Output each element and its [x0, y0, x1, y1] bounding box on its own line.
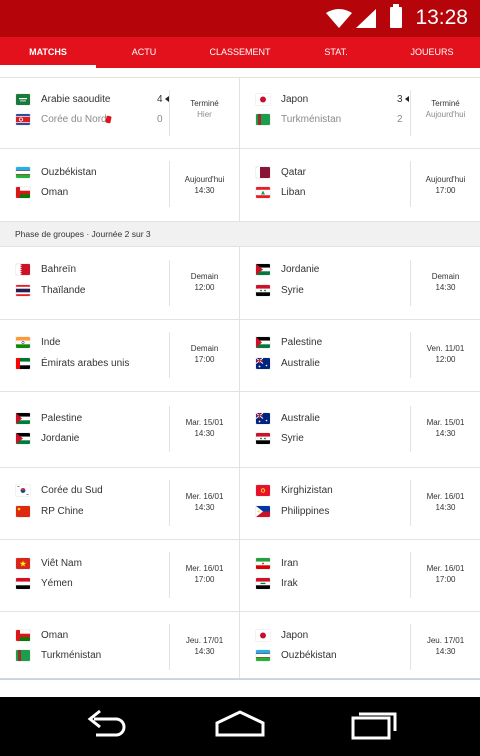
- signal-icon: [356, 9, 376, 28]
- home-score: 4: [157, 94, 163, 105]
- back-icon[interactable]: [82, 709, 130, 743]
- north-korea-flag-icon: [16, 114, 30, 125]
- saudi-arabia-flag-icon: [16, 94, 30, 105]
- match-row: Oman Turkménistan Jeu. 17/01 14:30 Japon…: [0, 612, 480, 678]
- red-card-icon: [105, 115, 112, 124]
- match-card[interactable]: Palestine Jordanie Mar. 15/01 14:30: [0, 392, 240, 467]
- away-score: 0: [157, 114, 163, 125]
- match-card[interactable]: Oman Turkménistan Jeu. 17/01 14:30: [0, 612, 240, 678]
- tab-matchs[interactable]: MATCHS: [0, 37, 96, 68]
- scroll-indicator: [0, 679, 480, 680]
- tab-joueurs[interactable]: JOUEURS: [384, 37, 480, 68]
- match-status: Mer. 16/01 14:30: [169, 480, 239, 526]
- iraq-flag-icon: [256, 578, 270, 589]
- list-bottom-edge: [0, 678, 480, 698]
- match-status: Terminé Hier: [169, 90, 239, 136]
- uzbekistan-flag-icon: [256, 650, 270, 661]
- china-flag-icon: [16, 506, 30, 517]
- match-card[interactable]: Corée du Sud RP Chine Mer. 16/01 14:30: [0, 468, 240, 539]
- winner-arrow-icon: [405, 96, 409, 102]
- match-status: Demain 14:30: [410, 260, 480, 306]
- vietnam-flag-icon: [16, 558, 30, 569]
- match-status: Demain 12:00: [169, 260, 239, 306]
- match-card[interactable]: Bahreïn Thaïlande Demain 12:00: [0, 247, 240, 319]
- philippines-flag-icon: [256, 506, 270, 517]
- jordan-flag-icon: [16, 433, 30, 444]
- syria-flag-icon: [256, 433, 270, 444]
- match-row: Viêt Nam Yémen Mer. 16/01 17:00 Iran Ira…: [0, 540, 480, 612]
- match-card[interactable]: Viêt Nam Yémen Mer. 16/01 17:00: [0, 540, 240, 611]
- home-score: 3: [397, 94, 403, 105]
- match-status: Aujourd'hui 17:00: [410, 161, 480, 207]
- match-status: Mer. 16/01 17:00: [410, 552, 480, 598]
- south-korea-flag-icon: [16, 485, 30, 496]
- match-card[interactable]: Qatar Liban Aujourd'hui 17:00: [240, 149, 480, 221]
- match-card[interactable]: Jordanie Syrie Demain 14:30: [240, 247, 480, 319]
- qatar-flag-icon: [256, 167, 270, 178]
- away-score: 2: [397, 114, 403, 125]
- tab-stat[interactable]: STAT.: [288, 37, 384, 68]
- uae-flag-icon: [16, 358, 30, 369]
- lebanon-flag-icon: [256, 187, 270, 198]
- match-card[interactable]: Japon 3 Turkménistan 2 Terminé Aujourd'h…: [240, 78, 480, 148]
- match-row: Bahreïn Thaïlande Demain 12:00 Jordanie …: [0, 247, 480, 320]
- match-status: Ven. 11/01 12:00: [410, 332, 480, 378]
- previous-row-edge: [0, 68, 480, 78]
- match-card[interactable]: Inde Émirats arabes unis Demain 17:00: [0, 320, 240, 391]
- wifi-icon: [326, 9, 352, 28]
- match-status: Demain 17:00: [169, 332, 239, 378]
- match-status: Terminé Aujourd'hui: [410, 90, 480, 136]
- match-row: Ouzbékistan Oman Aujourd'hui 14:30 Qatar…: [0, 149, 480, 222]
- japan-flag-icon: [256, 630, 270, 641]
- japan-flag-icon: [256, 94, 270, 105]
- home-icon[interactable]: [214, 709, 266, 743]
- turkmenistan-flag-icon: [256, 114, 270, 125]
- match-status: Mar. 15/01 14:30: [169, 406, 239, 452]
- match-status: Jeu. 17/01 14:30: [410, 624, 480, 670]
- iran-flag-icon: [256, 558, 270, 569]
- battery-icon: [390, 4, 402, 28]
- match-row: Corée du Sud RP Chine Mer. 16/01 14:30 K…: [0, 468, 480, 540]
- match-card[interactable]: Kirghizistan Philippines Mer. 16/01 14:3…: [240, 468, 480, 539]
- status-bar: 13:28: [0, 0, 480, 37]
- match-row: Inde Émirats arabes unis Demain 17:00 Pa…: [0, 320, 480, 392]
- tab-bar: MATCHS ACTU CLASSEMENT STAT. JOUEURS: [0, 37, 480, 68]
- uzbekistan-flag-icon: [16, 167, 30, 178]
- match-status: Mer. 16/01 14:30: [410, 480, 480, 526]
- match-card[interactable]: Arabie saoudite 4 Corée du Nord 0 Termin…: [0, 78, 240, 148]
- turkmenistan-flag-icon: [16, 650, 30, 661]
- match-card[interactable]: Iran Irak Mer. 16/01 17:00: [240, 540, 480, 611]
- match-card[interactable]: Palestine Australie Ven. 11/01 12:00: [240, 320, 480, 391]
- australia-flag-icon: [256, 413, 270, 424]
- jordan-flag-icon: [256, 264, 270, 275]
- match-card[interactable]: Ouzbékistan Oman Aujourd'hui 14:30: [0, 149, 240, 221]
- palestine-flag-icon: [256, 337, 270, 348]
- india-flag-icon: [16, 337, 30, 348]
- kyrgyzstan-flag-icon: [256, 485, 270, 496]
- recent-apps-icon[interactable]: [350, 709, 398, 743]
- tab-classement[interactable]: CLASSEMENT: [192, 37, 288, 68]
- match-status: Mer. 16/01 17:00: [169, 552, 239, 598]
- tab-actu[interactable]: ACTU: [96, 37, 192, 68]
- thailand-flag-icon: [16, 285, 30, 296]
- android-navigation-bar: [0, 697, 480, 756]
- match-row: Palestine Jordanie Mar. 15/01 14:30 Aust…: [0, 392, 480, 468]
- bahrain-flag-icon: [16, 264, 30, 275]
- section-header: Phase de groupes · Journée 2 sur 3: [0, 222, 480, 247]
- match-list: Arabie saoudite 4 Corée du Nord 0 Termin…: [0, 68, 480, 678]
- match-status: Aujourd'hui 14:30: [169, 161, 239, 207]
- syria-flag-icon: [256, 285, 270, 296]
- match-row: Arabie saoudite 4 Corée du Nord 0 Termin…: [0, 78, 480, 149]
- oman-flag-icon: [16, 187, 30, 198]
- yemen-flag-icon: [16, 578, 30, 589]
- match-status: Jeu. 17/01 14:30: [169, 624, 239, 670]
- match-card[interactable]: Australie Syrie Mar. 15/01 14:30: [240, 392, 480, 467]
- clock: 13:28: [415, 6, 468, 29]
- oman-flag-icon: [16, 630, 30, 641]
- match-status: Mar. 15/01 14:30: [410, 406, 480, 452]
- australia-flag-icon: [256, 358, 270, 369]
- match-card[interactable]: Japon Ouzbékistan Jeu. 17/01 14:30: [240, 612, 480, 678]
- palestine-flag-icon: [16, 413, 30, 424]
